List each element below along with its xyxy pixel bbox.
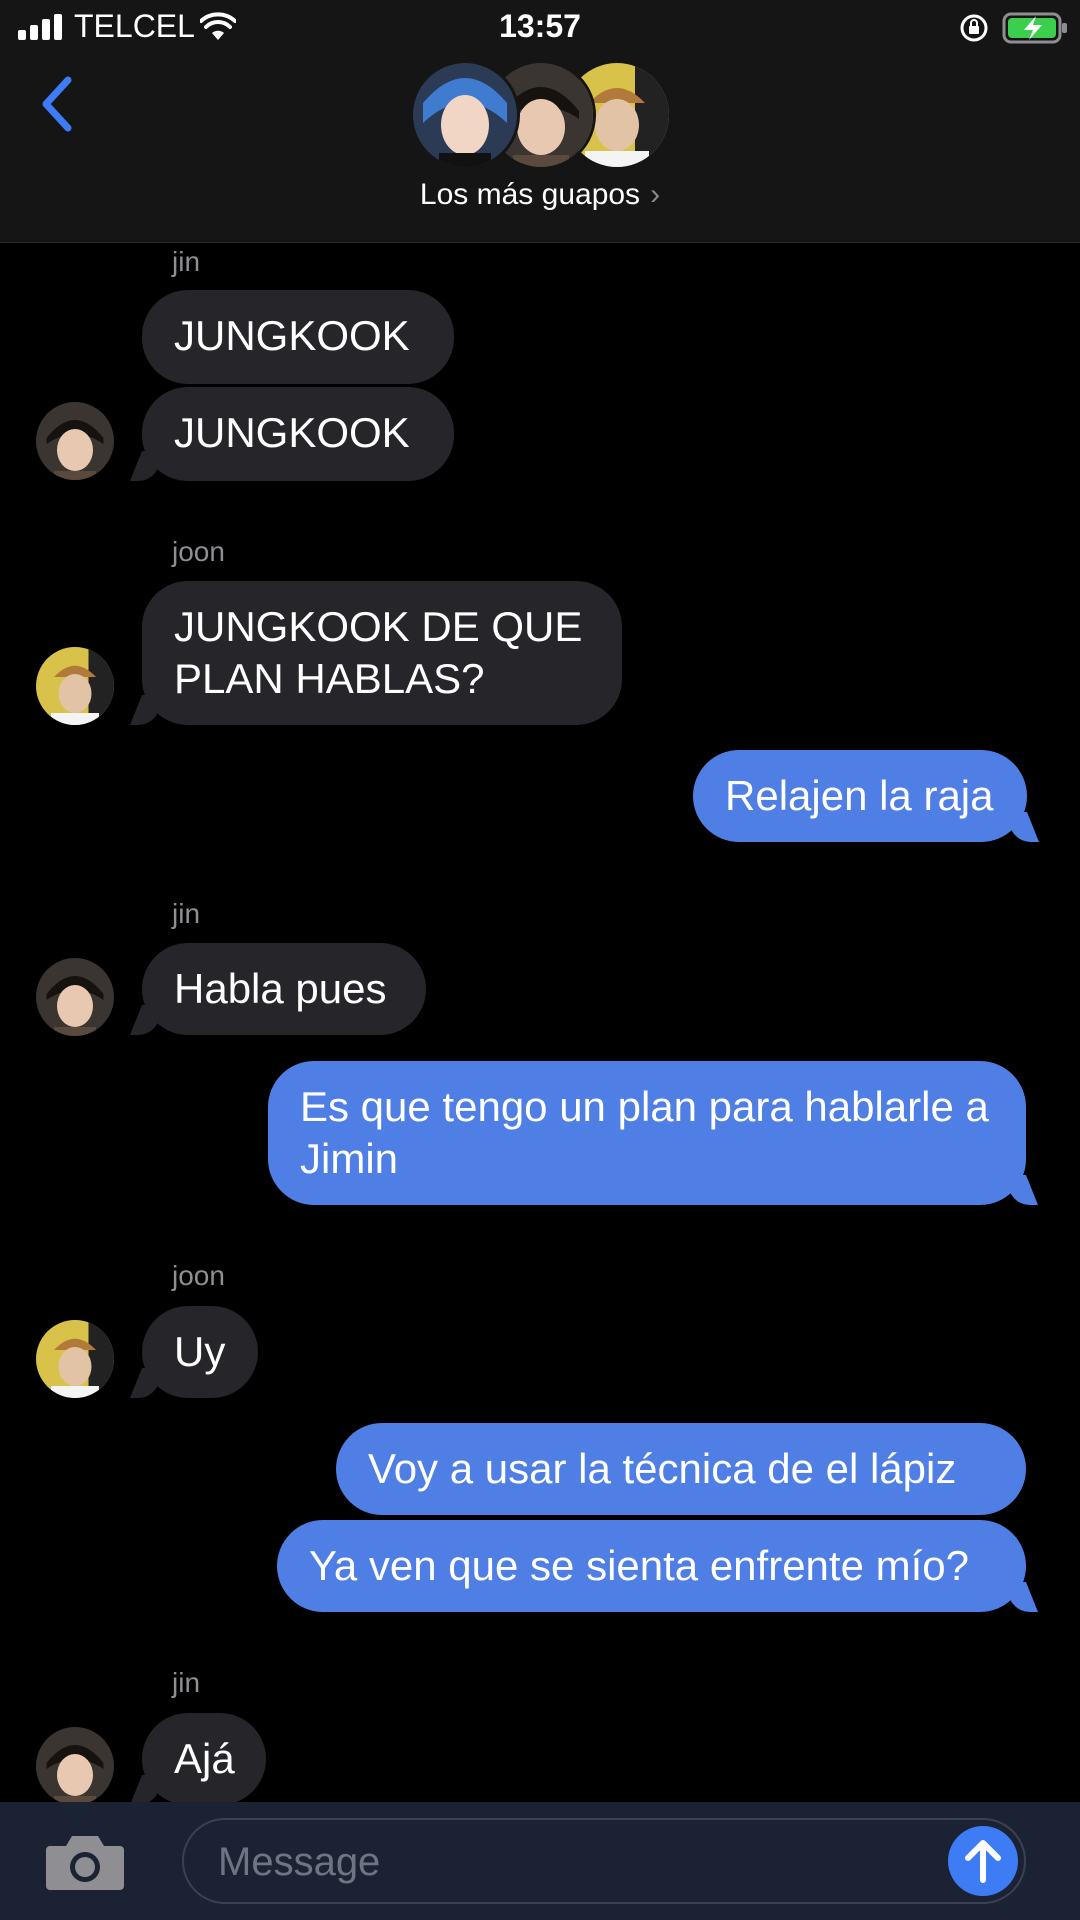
outgoing-message[interactable]: Voy a usar la técnica de el lápiz [336,1423,1026,1515]
avatar-joon[interactable] [36,1320,114,1398]
incoming-message[interactable]: JUNGKOOK DE QUE PLAN HABLAS? [142,581,622,725]
sender-name: jin [172,898,201,929]
status-bar: TELCEL 13:57 [0,0,1080,54]
back-chevron-icon[interactable] [38,74,78,134]
avatar-jin[interactable] [36,958,114,1036]
send-button[interactable] [948,1826,1018,1896]
avatar-jin[interactable] [36,402,114,480]
group-name-label: Los más guapos [419,178,641,211]
incoming-message[interactable]: Habla pues [142,943,426,1035]
sender-name: jin [172,1667,201,1698]
incoming-message[interactable]: JUNGKOOK [142,387,454,481]
sender-name: jin [172,246,201,277]
rotation-lock-icon [960,14,988,42]
chevron-right-icon: › [650,178,661,211]
outgoing-message[interactable]: Es que tengo un plan para hablarle a Jim… [268,1061,1026,1205]
send-arrow-icon [965,1840,1001,1883]
message-input[interactable]: Message [182,1818,1026,1904]
incoming-message[interactable]: Ajá [142,1713,266,1805]
sender-name: joon [172,1260,225,1291]
group-avatars[interactable] [410,60,672,170]
avatar-joon[interactable] [36,647,114,725]
conversation-header: TELCEL 13:57 Los más guapos › [0,0,1080,243]
outgoing-message[interactable]: Ya ven que se sienta enfrente mío? [277,1520,1026,1612]
group-name[interactable]: Los más guapos › [0,178,1080,212]
status-time: 13:57 [499,8,581,44]
battery-charging-icon [1002,12,1067,44]
camera-icon[interactable] [44,1832,126,1892]
message-composer: Message [0,1802,1080,1920]
message-placeholder: Message [218,1840,381,1884]
avatar-jin[interactable] [36,1727,114,1805]
outgoing-message[interactable]: Relajen la raja [693,750,1027,842]
avatar-jungkook [410,60,520,170]
incoming-message[interactable]: JUNGKOOK [142,290,454,384]
sender-name: joon [172,536,225,567]
incoming-message[interactable]: Uy [142,1306,258,1398]
